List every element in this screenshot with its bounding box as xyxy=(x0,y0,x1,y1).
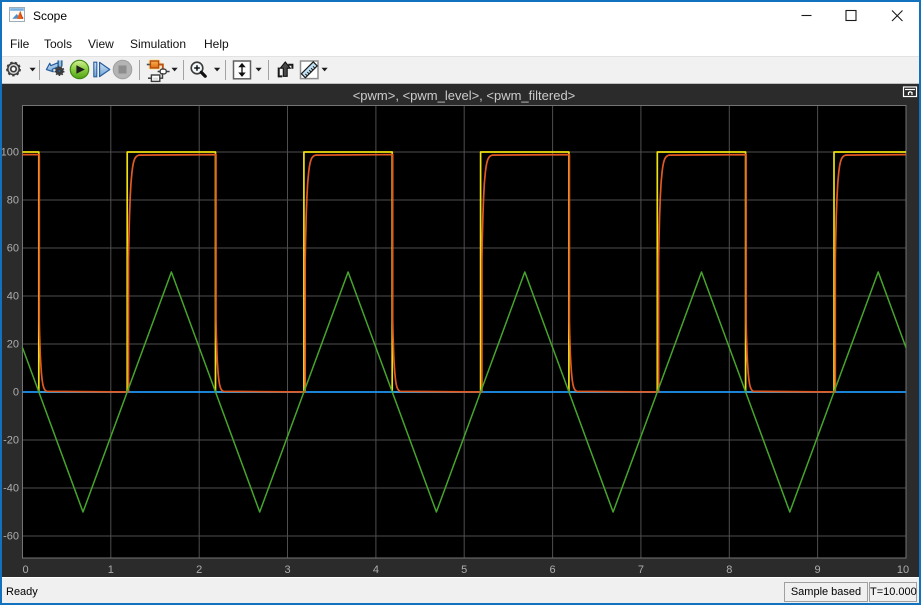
svg-text:1: 1 xyxy=(108,564,114,576)
svg-text:9: 9 xyxy=(815,564,821,576)
svg-text:-60: -60 xyxy=(3,531,19,543)
svg-text:-20: -20 xyxy=(3,435,19,447)
svg-text:6: 6 xyxy=(550,564,556,576)
svg-text:4: 4 xyxy=(373,564,379,576)
svg-text:2: 2 xyxy=(196,564,202,576)
svg-text:100: 100 xyxy=(2,147,19,159)
svg-text:5: 5 xyxy=(461,564,467,576)
svg-text:0: 0 xyxy=(22,564,28,576)
svg-text:<pwm>, <pwm_level>, <pwm_filte: <pwm>, <pwm_level>, <pwm_filtered> xyxy=(353,88,576,103)
svg-text:80: 80 xyxy=(7,195,19,207)
svg-text:0: 0 xyxy=(13,387,19,399)
svg-text:8: 8 xyxy=(726,564,732,576)
svg-text:7: 7 xyxy=(638,564,644,576)
svg-text:-40: -40 xyxy=(3,483,19,495)
svg-text:3: 3 xyxy=(284,564,290,576)
svg-text:60: 60 xyxy=(7,243,19,255)
svg-text:40: 40 xyxy=(7,291,19,303)
svg-text:20: 20 xyxy=(7,339,19,351)
svg-text:10: 10 xyxy=(897,564,909,576)
